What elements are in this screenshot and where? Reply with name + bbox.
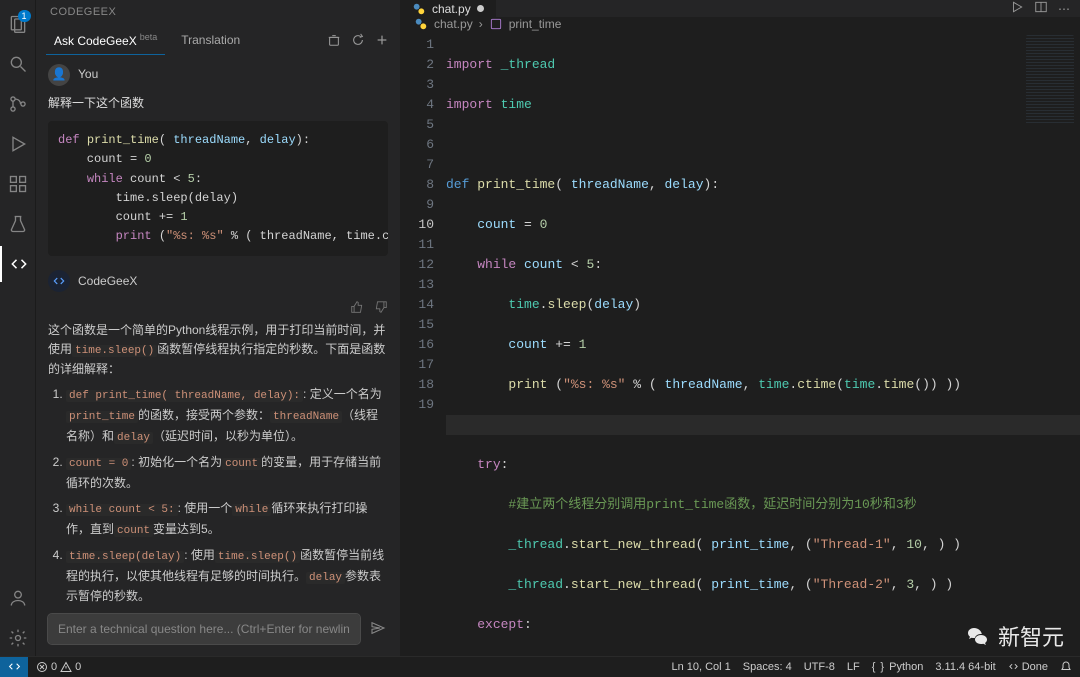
settings-icon[interactable] [0, 620, 36, 656]
explorer-badge: 1 [18, 10, 31, 22]
exp-intro-code: time.sleep() [72, 345, 157, 357]
split-editor-icon[interactable] [1034, 0, 1048, 17]
exp-item-4: time.sleep(delay): 使用time.sleep()函数暂停当前线… [66, 546, 388, 606]
editor-body[interactable]: 123456789 10 111213141516171819 import _… [400, 31, 1080, 656]
status-problems[interactable]: 0 0 [36, 661, 81, 673]
exp-item-3: while count < 5:: 使用一个while循环来执行打印操作，直到c… [66, 499, 388, 540]
editor-tabbar: chat.py ⋯ [400, 0, 1080, 17]
user-name: You [78, 65, 98, 84]
exp-item-1: def print_time( threadName, delay):: 定义一… [66, 385, 388, 447]
user-avatar: 👤 [48, 64, 70, 86]
tab-ask[interactable]: Ask CodeGeeXbeta [46, 26, 165, 55]
account-icon[interactable] [0, 580, 36, 616]
send-icon[interactable] [368, 620, 388, 639]
tab-modified-dot [477, 5, 484, 12]
new-chat-icon[interactable] [374, 32, 390, 48]
exp-item-2: count = 0: 初始化一个名为count的变量，用于存储当前循环的次数。 [66, 453, 388, 493]
chat-input[interactable] [48, 614, 360, 644]
panel-tabs: Ask CodeGeeXbeta Translation [36, 24, 400, 56]
tab-label: chat.py [432, 2, 471, 16]
more-actions-icon[interactable]: ⋯ [1058, 2, 1070, 16]
remote-indicator[interactable] [0, 657, 28, 677]
thumbs-down-icon[interactable] [374, 300, 388, 320]
breadcrumb[interactable]: chat.py › print_time [400, 17, 1080, 31]
status-spaces[interactable]: Spaces: 4 [743, 661, 792, 673]
bot-name: CodeGeeX [78, 272, 137, 291]
status-eol[interactable]: LF [847, 661, 860, 673]
source-control-icon[interactable] [0, 86, 36, 122]
thumbs-up-icon[interactable] [350, 300, 364, 320]
run-file-icon[interactable] [1010, 0, 1024, 17]
user-message: 👤 You 解释一下这个函数 def print_time( threadNam… [48, 64, 388, 256]
status-bar: 0 0 Ln 10, Col 1 Spaces: 4 UTF-8 LF {} P… [0, 656, 1080, 676]
breadcrumb-file: chat.py [434, 17, 473, 31]
bot-avatar [48, 270, 70, 292]
tab-ask-label: Ask CodeGeeX [54, 34, 137, 48]
minimap[interactable] [1026, 35, 1074, 125]
extensions-icon[interactable] [0, 166, 36, 202]
activity-bar: 1 [0, 0, 36, 656]
user-code-block: def print_time( threadName, delay): coun… [48, 121, 388, 256]
codegeex-panel: CODEGEEX Ask CodeGeeXbeta Translation [36, 0, 400, 656]
panel-title: CODEGEEX [36, 0, 400, 24]
python-file-icon [412, 2, 426, 16]
beta-badge: beta [140, 32, 158, 42]
chat-area[interactable]: 👤 You 解释一下这个函数 def print_time( threadNam… [36, 56, 400, 606]
method-icon [489, 17, 503, 31]
status-interpreter[interactable]: 3.11.4 64-bit [935, 661, 995, 673]
editor: chat.py ⋯ chat.py › print_time [400, 0, 1080, 656]
testing-icon[interactable] [0, 206, 36, 242]
status-ln-col[interactable]: Ln 10, Col 1 [671, 661, 730, 673]
status-notifications-icon[interactable] [1060, 661, 1072, 673]
refresh-icon[interactable] [350, 32, 366, 48]
line-number-gutter: 123456789 10 111213141516171819 [400, 31, 446, 656]
status-language[interactable]: {} Python [872, 661, 924, 673]
run-debug-icon[interactable] [0, 126, 36, 162]
status-encoding[interactable]: UTF-8 [804, 661, 835, 673]
breadcrumb-symbol: print_time [509, 17, 562, 31]
codegeex-icon[interactable] [0, 246, 36, 282]
status-done[interactable]: Done [1008, 661, 1048, 673]
feedback-row [48, 300, 388, 320]
bot-explanation: 这个函数是一个简单的Python线程示例，用于打印当前时间，并使用time.sl… [48, 321, 388, 607]
chat-input-row [36, 606, 400, 656]
user-prompt: 解释一下这个函数 [48, 94, 388, 113]
editor-tab[interactable]: chat.py [400, 0, 497, 17]
bot-message: CodeGeeX 这个函数是一个简单的Python线程示例，用于打印当前时间，并… [48, 270, 388, 606]
clear-icon[interactable] [326, 32, 342, 48]
explorer-icon[interactable]: 1 [0, 6, 36, 42]
tab-translation[interactable]: Translation [173, 27, 248, 53]
search-icon[interactable] [0, 46, 36, 82]
python-file-icon [414, 17, 428, 31]
code-lines[interactable]: import _thread import time def print_tim… [446, 31, 1080, 656]
chevron-right-icon: › [479, 17, 483, 31]
